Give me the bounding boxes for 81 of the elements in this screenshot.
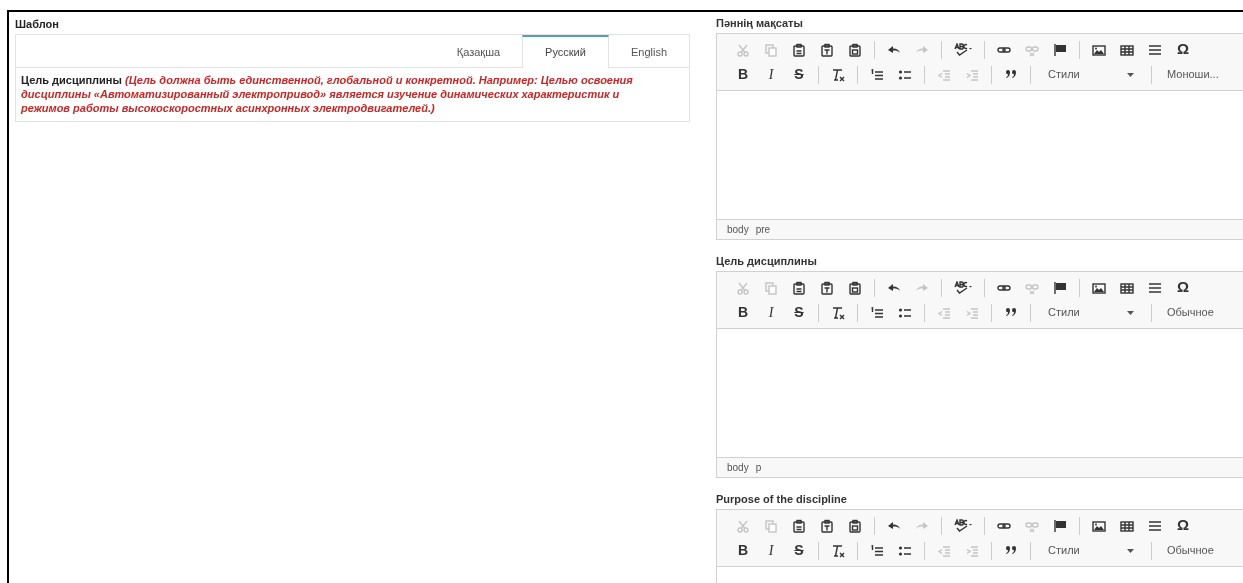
table-icon (1120, 518, 1134, 533)
bulleted-list-icon (898, 543, 912, 558)
element-path-link[interactable]: pre (755, 222, 771, 237)
field-label: Пәннің мақсаты (716, 16, 804, 30)
styles-dropdown[interactable]: Стили (1036, 539, 1146, 562)
indent-icon (965, 305, 979, 320)
format-button[interactable]: S (785, 539, 813, 562)
table-icon (1120, 280, 1134, 295)
clear-format-icon (831, 305, 845, 320)
image-icon (1092, 280, 1106, 295)
copy-icon (764, 280, 778, 295)
horizontal-rule-icon (1148, 518, 1162, 533)
field-label: Цель дисциплины (716, 254, 818, 268)
clipboard-icon (792, 42, 806, 57)
field-label: Purpose of the discipline (716, 492, 848, 506)
format-dropdown[interactable]: Обычное (1157, 301, 1224, 324)
clear-format-icon (831, 67, 845, 82)
clipboard-icon (848, 518, 862, 533)
language-tab[interactable]: English (608, 35, 689, 68)
caret-icon (1127, 310, 1134, 315)
element-path-link[interactable]: body (727, 460, 749, 475)
format-button[interactable]: S (785, 301, 813, 324)
format-button[interactable]: I (757, 301, 785, 324)
bulleted-list-icon (898, 305, 912, 320)
indent-icon (965, 67, 979, 82)
format-button[interactable]: Ω (1169, 514, 1197, 537)
format-button[interactable]: B (729, 539, 757, 562)
language-tab[interactable]: Русский (522, 35, 609, 68)
clipboard-icon (820, 280, 834, 295)
flag-icon (1053, 518, 1067, 533)
horizontal-rule-icon (1148, 42, 1162, 57)
spellcheck-icon (953, 518, 973, 533)
image-icon (1092, 42, 1106, 57)
format-button[interactable]: I (757, 539, 785, 562)
section-title: Шаблон (15, 17, 60, 32)
flag-icon (1053, 280, 1067, 295)
indent-icon (965, 543, 979, 558)
caret-icon (1127, 548, 1134, 553)
styles-dropdown[interactable]: Стили (1036, 63, 1146, 86)
rich-text-editor[interactable]: Ω B I S Стили Обычное body p (716, 271, 1243, 478)
scissors-icon (736, 42, 750, 57)
outdent-icon (937, 305, 951, 320)
element-path-link[interactable]: p (755, 460, 762, 475)
scissors-icon (736, 280, 750, 295)
format-button[interactable]: Ω (1169, 276, 1197, 299)
format-dropdown[interactable]: Моноши... (1157, 63, 1229, 86)
rich-text-editor[interactable]: Ω B I S Стили Обычное (716, 509, 1243, 583)
spellcheck-icon (953, 280, 973, 295)
flag-icon (1053, 42, 1067, 57)
table-icon (1120, 42, 1134, 57)
clipboard-icon (792, 518, 806, 533)
scissors-icon (736, 518, 750, 533)
clipboard-icon (792, 280, 806, 295)
format-button[interactable]: S (785, 63, 813, 86)
format-button[interactable]: Ω (1169, 38, 1197, 61)
spellcheck-icon (953, 42, 973, 57)
clipboard-icon (848, 42, 862, 57)
horizontal-rule-icon (1148, 280, 1162, 295)
element-path-link[interactable]: body (727, 222, 749, 237)
template-text: Цель дисциплины (Цель должна быть единственной, глобальной и конкретной. Например: Целью освоения дисциплины «Автоматизированный электропривод» является изучение динамических характеристик и режимов работы высокоскоростных асинхронных электродвигателей.) (20, 73, 634, 115)
numbered-list-icon (870, 543, 884, 558)
caret-icon (1127, 72, 1134, 77)
clipboard-icon (848, 280, 862, 295)
bulleted-list-icon (898, 67, 912, 82)
clipboard-icon (820, 42, 834, 57)
outdent-icon (937, 67, 951, 82)
rich-text-editor[interactable]: Ω B I S Стили Моноши... body pre (716, 33, 1243, 240)
image-icon (1092, 518, 1106, 533)
format-button[interactable]: I (757, 63, 785, 86)
format-button[interactable]: B (729, 63, 757, 86)
copy-icon (764, 42, 778, 57)
format-button[interactable]: B (729, 301, 757, 324)
copy-icon (764, 518, 778, 533)
language-tab[interactable]: Қазақша (434, 35, 523, 68)
numbered-list-icon (870, 305, 884, 320)
clipboard-icon (820, 518, 834, 533)
numbered-list-icon (870, 67, 884, 82)
clear-format-icon (831, 543, 845, 558)
format-dropdown[interactable]: Обычное (1157, 539, 1224, 562)
styles-dropdown[interactable]: Стили (1036, 301, 1146, 324)
outdent-icon (937, 543, 951, 558)
